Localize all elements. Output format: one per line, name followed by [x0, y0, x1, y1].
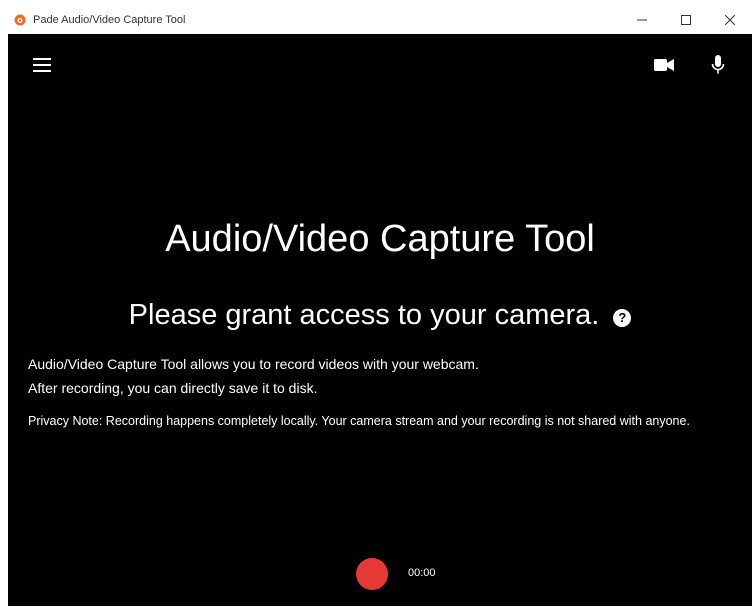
description-line: After recording, you can directly save i…: [28, 380, 318, 396]
window-controls: [620, 6, 752, 34]
camera-toggle-button[interactable]: [650, 51, 678, 79]
access-prompt-text: Please grant access to your camera.: [128, 299, 600, 331]
privacy-note: Privacy Note: Recording happens complete…: [28, 414, 690, 428]
close-button[interactable]: [708, 6, 752, 34]
recording-timer: 00:00: [408, 567, 436, 579]
page-title: Audio/Video Capture Tool: [165, 218, 595, 260]
close-icon: [725, 15, 735, 25]
minimize-button[interactable]: [620, 6, 664, 34]
app-window: Pade Audio/Video Capture Tool Audio/Vide…: [8, 6, 752, 606]
minimize-icon: [637, 19, 647, 21]
title-bar: Pade Audio/Video Capture Tool: [8, 6, 752, 34]
description-line: Audio/Video Capture Tool allows you to r…: [28, 356, 479, 372]
description: Audio/Video Capture Tool allows you to r…: [28, 352, 479, 400]
hamburger-menu-icon: [33, 58, 51, 72]
menu-button[interactable]: [28, 51, 56, 79]
app-logo-icon: [14, 14, 26, 26]
microphone-toggle-button[interactable]: [704, 51, 732, 79]
window-title: Pade Audio/Video Capture Tool: [33, 14, 186, 26]
maximize-icon: [681, 15, 691, 25]
video-camera-icon: [654, 59, 674, 71]
maximize-button[interactable]: [664, 6, 708, 34]
camera-access-prompt: Please grant access to your camera. ?: [8, 299, 752, 332]
microphone-icon: [711, 55, 725, 74]
record-button[interactable]: [356, 558, 388, 590]
help-icon[interactable]: ?: [613, 308, 632, 327]
